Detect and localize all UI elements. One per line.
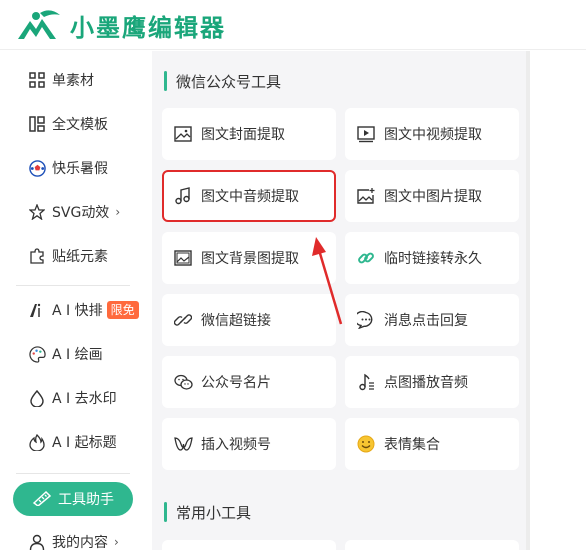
sidebar-item-summer[interactable]: 快乐暑假 <box>28 156 108 180</box>
tool-card-link-permanent[interactable]: 临时链接转永久 <box>345 232 519 284</box>
section-title-common-tools: 常用小工具 <box>164 501 251 523</box>
user-icon <box>28 533 46 550</box>
sidebar-item-my-content[interactable]: 我的内容 › <box>28 530 119 550</box>
chain-icon <box>173 310 193 330</box>
sidebar-item-stickers[interactable]: 贴纸元素 <box>28 244 108 268</box>
tool-card-partial[interactable] <box>162 540 336 550</box>
tool-card-image-extract[interactable]: 图文中图片提取 <box>345 170 519 222</box>
layout-icon <box>28 115 46 133</box>
sidebar-item-label: A I 去水印 <box>52 391 117 407</box>
sidebar-item-tools-active[interactable]: 工具助手 <box>13 482 133 516</box>
sidebar-item-label: 工具助手 <box>58 492 114 508</box>
sidebar-item-label: 单素材 <box>52 73 94 89</box>
tool-card-label: 微信超链接 <box>201 313 271 329</box>
brand-logo[interactable]: 小墨鹰编辑器 <box>16 8 226 43</box>
tool-card-label: 图文中音频提取 <box>201 189 299 205</box>
section-title-wechat-tools: 微信公众号工具 <box>164 70 281 92</box>
tool-card-label: 图文中视频提取 <box>384 127 482 143</box>
tool-card-label: 表情集合 <box>384 437 440 453</box>
tool-card-label: 临时链接转永久 <box>384 251 482 267</box>
flame-icon <box>28 433 46 451</box>
ruler-icon <box>32 490 52 508</box>
ai-icon <box>28 301 46 319</box>
tool-card-label: 插入视频号 <box>201 437 271 453</box>
sidebar-item-label: A I 起标题 <box>52 435 117 451</box>
sidebar-item-svg-effects[interactable]: SVG动效 › <box>28 200 120 224</box>
channels-icon <box>173 434 193 454</box>
image-plus-icon <box>356 186 376 206</box>
audio-note-icon <box>356 372 376 392</box>
brand-name: 小墨鹰编辑器 <box>70 14 226 42</box>
tool-card-wechat-hyperlink[interactable]: 微信超链接 <box>162 294 336 346</box>
sidebar-item-label: 快乐暑假 <box>52 161 108 177</box>
music-note-icon <box>173 186 193 206</box>
sidebar-item-label: 全文模板 <box>52 117 108 133</box>
sidebar-item-ai-watermark[interactable]: A I 去水印 <box>28 386 117 410</box>
tool-card-label: 公众号名片 <box>201 375 271 391</box>
chevron-right-icon: › <box>114 535 119 549</box>
soccer-ball-icon <box>28 159 46 177</box>
tool-card-partial[interactable] <box>345 540 519 550</box>
tool-card-tap-play-audio[interactable]: 点图播放音频 <box>345 356 519 408</box>
palette-icon <box>28 345 46 363</box>
chevron-right-icon: › <box>115 205 121 219</box>
tool-card-insert-channels[interactable]: 插入视频号 <box>162 418 336 470</box>
sidebar-item-label: A I 绘画 <box>52 347 103 363</box>
free-badge: 限免 <box>106 301 139 319</box>
tool-card-click-reply[interactable]: 消息点击回复 <box>345 294 519 346</box>
drop-icon <box>28 389 46 407</box>
tool-card-video-extract[interactable]: 图文中视频提取 <box>345 108 519 160</box>
sidebar-item-label: 贴纸元素 <box>52 249 108 265</box>
sidebar-divider <box>16 285 130 286</box>
editor-canvas <box>530 51 586 550</box>
star-icon <box>28 203 46 221</box>
tool-card-label: 图文封面提取 <box>201 127 285 143</box>
sidebar-item-label: A I 快排 <box>52 303 103 319</box>
image-icon <box>173 124 193 144</box>
video-icon <box>356 124 376 144</box>
tool-card-account-card[interactable]: 公众号名片 <box>162 356 336 408</box>
tool-card-label: 图文背景图提取 <box>201 251 299 267</box>
sidebar-item-ai-paint[interactable]: A I 绘画 <box>28 342 103 366</box>
grid-icon <box>28 71 46 89</box>
sidebar-item-ai-layout[interactable]: A I 快排 限免 <box>28 298 139 322</box>
background-image-icon <box>173 248 193 268</box>
sidebar-divider <box>16 473 130 474</box>
tool-card-label: 消息点击回复 <box>384 313 468 329</box>
tool-card-label: 图文中图片提取 <box>384 189 482 205</box>
tool-card-background-extract[interactable]: 图文背景图提取 <box>162 232 336 284</box>
sidebar-item-label: SVG动效 <box>52 205 110 221</box>
sidebar-item-label: 我的内容 <box>52 535 108 550</box>
tool-card-label: 点图播放音频 <box>384 375 468 391</box>
sidebar-item-ai-title[interactable]: A I 起标题 <box>28 430 117 454</box>
sidebar-item-full-template[interactable]: 全文模板 <box>28 112 108 136</box>
eagle-logo-icon <box>18 9 60 39</box>
wechat-icon <box>173 372 193 392</box>
smiley-icon <box>356 434 376 454</box>
top-header: 小墨鹰编辑器 <box>0 0 586 50</box>
tool-card-emoji-collection[interactable]: 表情集合 <box>345 418 519 470</box>
puzzle-icon <box>28 247 46 265</box>
tool-card-audio-extract[interactable]: 图文中音频提取 <box>162 170 336 222</box>
tool-card-cover-extract[interactable]: 图文封面提取 <box>162 108 336 160</box>
sidebar-item-single-material[interactable]: 单素材 <box>28 68 94 92</box>
chat-icon <box>356 310 376 330</box>
link-icon <box>356 248 376 268</box>
